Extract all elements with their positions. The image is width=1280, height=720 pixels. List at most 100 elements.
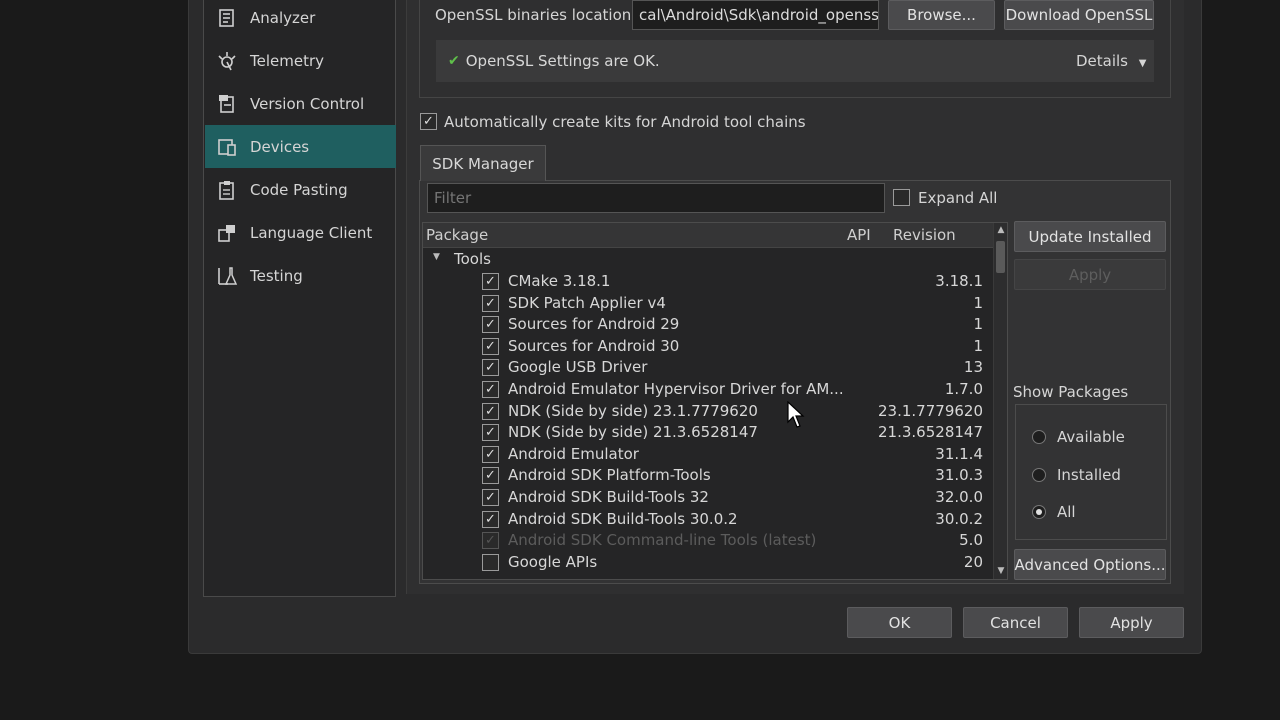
radio-installed[interactable] — [1032, 468, 1046, 482]
package-checkbox[interactable]: ✓ — [482, 381, 499, 398]
package-row[interactable]: ✓ SDK Patch Applier v4 1 — [423, 293, 993, 315]
package-tree[interactable]: Package API Revision ▼ Tools ✓ CMake 3.18… — [422, 222, 1008, 580]
package-revision: 30.0.2 — [935, 509, 983, 528]
check-icon: ✔ — [448, 53, 460, 69]
auto-kits-checkbox[interactable]: ✓ — [420, 113, 437, 130]
package-revision: 5.0 — [959, 531, 983, 550]
package-name: Android Emulator — [508, 444, 639, 463]
cancel-button[interactable]: Cancel — [963, 607, 1068, 638]
package-checkbox: ✓ — [482, 532, 499, 550]
package-row[interactable]: ✓ Sources for Android 30 1 — [423, 336, 993, 358]
expand-all-label: Expand All — [918, 189, 998, 207]
package-checkbox[interactable]: ✓ — [482, 294, 499, 312]
package-name: Google APIs — [508, 552, 598, 571]
package-checkbox[interactable]: ✓ — [482, 510, 499, 528]
package-checkbox[interactable]: ✓ — [482, 337, 499, 355]
sidebar-item-testing[interactable]: Testing — [205, 254, 396, 297]
mouse-cursor-icon — [787, 401, 805, 428]
preferences-sidebar: Analyzer Telemetry Version Control Devic… — [203, 0, 396, 597]
expand-all-checkbox[interactable] — [893, 189, 910, 206]
package-row[interactable]: ✓ Android Emulator Hypervisor Driver for … — [423, 379, 993, 401]
radio-available[interactable] — [1032, 430, 1046, 444]
sidebar-item-label: Analyzer — [250, 8, 316, 27]
package-revision: 23.1.7779620 — [878, 401, 983, 420]
group-label: Tools — [454, 250, 491, 268]
package-checkbox[interactable]: ✓ — [482, 273, 499, 290]
openssl-status-bar: ✔ OpenSSL Settings are OK. — [436, 40, 1154, 82]
package-name: SDK Patch Applier v4 — [508, 293, 666, 312]
column-api[interactable]: API — [847, 226, 871, 244]
openssl-location-value: cal\Android\Sdk\android_openssl — [639, 6, 879, 24]
details-toggle[interactable]: Details ▼ — [1076, 52, 1147, 70]
telemetry-icon — [214, 48, 240, 74]
scroll-thumb[interactable] — [996, 241, 1005, 273]
testing-icon — [214, 263, 240, 289]
browse-button[interactable]: Browse... — [888, 0, 995, 30]
package-name: Android SDK Build-Tools 32 — [508, 488, 709, 506]
package-checkbox[interactable]: ✓ — [482, 316, 499, 334]
package-name: Android SDK Platform-Tools — [508, 466, 711, 485]
package-checkbox[interactable]: ✓ — [482, 489, 499, 506]
update-installed-button[interactable]: Update Installed — [1014, 221, 1166, 252]
package-name: NDK (Side by side) 23.1.7779620 — [508, 401, 758, 420]
openssl-location-field[interactable]: cal\Android\Sdk\android_openssl — [632, 0, 879, 30]
package-row[interactable]: Google APIs 20 — [423, 552, 993, 574]
package-checkbox[interactable] — [482, 553, 499, 571]
sidebar-item-label: Code Pasting — [250, 180, 348, 199]
package-revision: 3.18.1 — [935, 272, 983, 290]
scroll-down-icon[interactable]: ▼ — [994, 564, 1007, 578]
scroll-up-icon[interactable]: ▲ — [994, 223, 1007, 237]
package-row[interactable]: ✓ NDK (Side by side) 21.3.6528147 21.3.652… — [423, 422, 993, 444]
show-packages-group: Available Installed All — [1015, 404, 1167, 540]
package-row[interactable]: ✓ Android SDK Command-line Tools (latest)… — [423, 530, 993, 552]
sidebar-item-telemetry[interactable]: Telemetry — [205, 39, 396, 82]
package-row[interactable]: ✓ Android SDK Build-Tools 30.0.2 30.0.2 — [423, 509, 993, 531]
package-revision: 20 — [963, 552, 983, 571]
sidebar-item-version-control[interactable]: Version Control — [205, 82, 396, 125]
package-checkbox[interactable]: ✓ — [482, 402, 499, 420]
package-row[interactable]: ✓ Android Emulator 31.1.4 — [423, 444, 993, 466]
package-name: NDK (Side by side) 21.3.6528147 — [508, 423, 758, 442]
sidebar-item-code-pasting[interactable]: Code Pasting — [205, 168, 396, 211]
package-revision: 31.1.4 — [935, 444, 983, 463]
package-row[interactable]: ✓ Sources for Android 29 1 — [423, 314, 993, 336]
package-checkbox[interactable]: ✓ — [482, 359, 499, 377]
radio-all[interactable] — [1032, 505, 1046, 519]
column-revision[interactable]: Revision — [893, 226, 956, 244]
advanced-options-button[interactable]: Advanced Options... — [1014, 549, 1166, 580]
package-name: CMake 3.18.1 — [508, 272, 611, 290]
ok-button[interactable]: OK — [847, 607, 952, 638]
package-name: Android SDK Build-Tools 30.0.2 — [508, 509, 738, 528]
package-checkbox[interactable]: ✓ — [482, 424, 499, 442]
sidebar-item-devices[interactable]: Devices — [205, 125, 396, 168]
package-revision: 1 — [973, 293, 983, 312]
package-row[interactable]: ✓ CMake 3.18.1 3.18.1 — [423, 271, 993, 293]
details-label: Details — [1076, 52, 1129, 70]
package-revision: 21.3.6528147 — [878, 423, 983, 442]
package-row[interactable]: ✓ Google USB Driver 13 — [423, 357, 993, 379]
download-openssl-button[interactable]: Download OpenSSL — [1004, 0, 1154, 30]
tab-sdk-manager[interactable]: SDK Manager — [420, 145, 546, 181]
package-name: Sources for Android 30 — [508, 336, 680, 355]
package-checkbox[interactable]: ✓ — [482, 445, 499, 463]
sidebar-item-analyzer[interactable]: Analyzer — [205, 0, 396, 39]
sidebar-item-language-client[interactable]: Language Client — [205, 211, 396, 254]
filter-input[interactable] — [427, 183, 885, 213]
apply-button[interactable]: Apply — [1079, 607, 1184, 638]
analyzer-icon — [214, 5, 240, 31]
radio-installed-label: Installed — [1057, 466, 1121, 484]
column-package[interactable]: Package — [426, 226, 488, 244]
tree-group-tools[interactable]: ▼ Tools — [423, 249, 993, 271]
package-revision: 1 — [973, 315, 983, 334]
package-row[interactable]: ✓ NDK (Side by side) 23.1.7779620 23.1.777… — [423, 401, 993, 423]
sidebar-item-label: Testing — [250, 266, 303, 285]
package-revision: 32.0.0 — [935, 488, 983, 506]
package-row[interactable]: ✓ Android SDK Build-Tools 32 32.0.0 — [423, 487, 993, 509]
tree-header: Package API Revision — [423, 223, 993, 248]
package-checkbox[interactable]: ✓ — [482, 467, 499, 485]
sidebar-item-label: Telemetry — [250, 51, 325, 70]
package-row[interactable]: ✓ Android SDK Platform-Tools 31.0.3 — [423, 465, 993, 487]
tree-scrollbar[interactable]: ▲ ▼ — [993, 223, 1007, 579]
sdk-apply-button[interactable]: Apply — [1014, 259, 1166, 290]
expand-arrow-icon[interactable]: ▼ — [433, 252, 440, 262]
